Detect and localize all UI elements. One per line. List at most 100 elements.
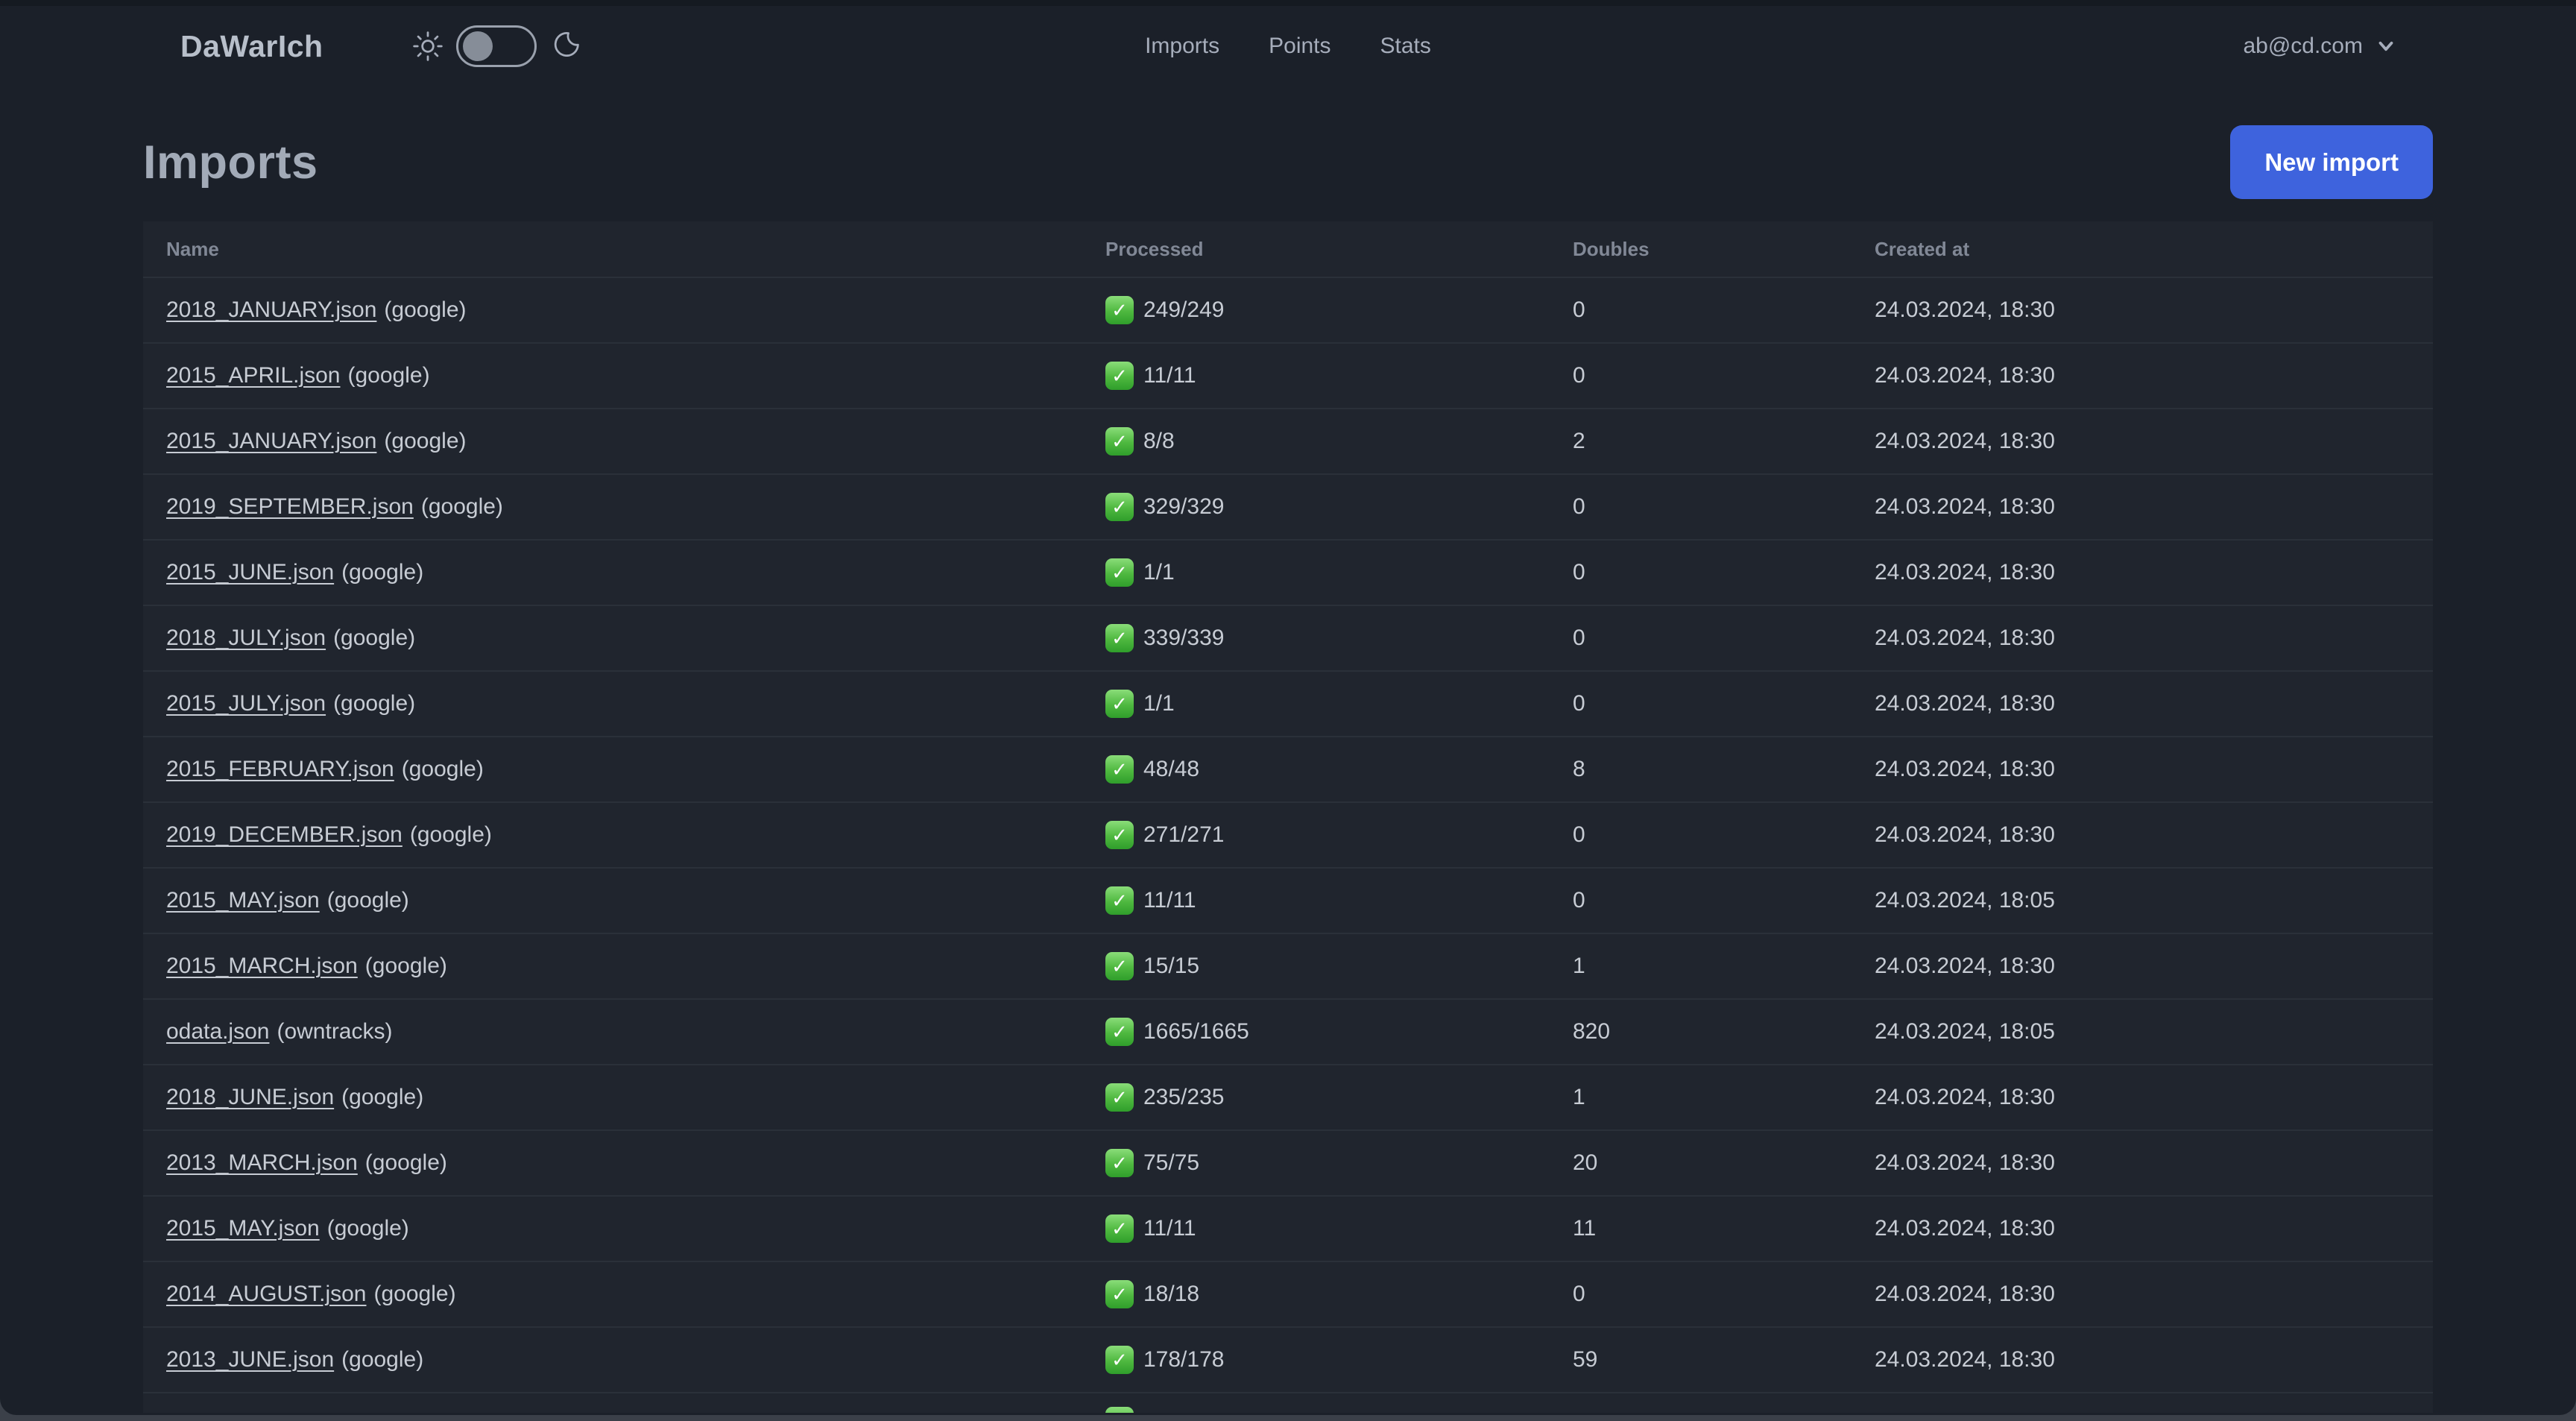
doubles-count: 0 [1573, 494, 1585, 519]
import-source: (google) [341, 560, 424, 585]
processed-count: 8/8 [1143, 429, 1175, 453]
import-file-link[interactable]: 2015_JULY.json [166, 691, 326, 716]
doubles-count: 0 [1573, 297, 1585, 322]
created-at: 24.03.2024, 18:30 [1875, 363, 2055, 388]
check-icon: ✓ [1105, 427, 1134, 456]
check-glyph: ✓ [1111, 496, 1128, 518]
import-source: (google) [409, 822, 492, 847]
check-icon: ✓ [1105, 1083, 1134, 1112]
check-glyph: ✓ [1111, 430, 1128, 453]
doubles-count: 0 [1573, 560, 1585, 585]
brand-logo[interactable]: DaWarIch [180, 29, 323, 64]
created-at: 24.03.2024, 18:30 [1875, 954, 2055, 978]
table-row: 2018_JULY.json (google) ✓ 339/339 0 24.03… [143, 605, 2433, 670]
import-source: (google) [347, 363, 430, 388]
table-row: 2015_MAY.json (google) ✓ 11/11 0 24.03.20… [143, 867, 2433, 933]
new-import-button[interactable]: New import [2230, 125, 2433, 199]
doubles-count: 59 [1573, 1347, 1598, 1372]
nav-link-points[interactable]: Points [1269, 34, 1330, 59]
sun-icon [412, 31, 443, 61]
check-icon: ✓ [1105, 362, 1134, 390]
processed-count: 235/235 [1143, 1085, 1225, 1109]
table-row: 2015_FEBRUARY.json (google) ✓ 48/48 8 24.… [143, 736, 2433, 801]
created-at: 24.03.2024, 18:30 [1875, 1085, 2055, 1109]
created-at: 24.03.2024, 18:30 [1875, 429, 2055, 453]
import-file-link[interactable]: odata.json [166, 1019, 269, 1044]
check-glyph: ✓ [1111, 627, 1128, 649]
import-source: (google) [333, 626, 416, 650]
check-icon: ✓ [1105, 1346, 1134, 1374]
import-file-link[interactable]: 2014_AUGUST.json [166, 1282, 366, 1306]
import-file-link[interactable]: 2013_JUNE.json [166, 1347, 334, 1372]
import-file-link[interactable]: 2018_JULY.json [166, 626, 326, 650]
check-glyph: ✓ [1111, 1152, 1128, 1174]
doubles-count: 0 [1573, 626, 1585, 650]
import-file-link[interactable]: 2015_MARCH.json [166, 954, 358, 978]
check-glyph: ✓ [1111, 299, 1128, 321]
table-body: 2018_JANUARY.json (google) ✓ 249/249 0 24… [143, 277, 2433, 1392]
check-icon: ✓ [1105, 558, 1134, 587]
doubles-count: 1 [1573, 954, 1585, 978]
check-glyph: ✓ [1111, 824, 1128, 846]
import-file-link[interactable]: 2019_SEPTEMBER.json [166, 494, 414, 519]
processed-count: 18/18 [1143, 1282, 1200, 1306]
processed-cell: ✓ 329/329 [1105, 493, 1573, 521]
import-file-link[interactable]: 2019_DECEMBER.json [166, 822, 402, 847]
processed-count: 15/15 [1143, 954, 1200, 978]
column-header-doubles: Doubles [1573, 237, 1650, 260]
table-row-partial: ✓ [143, 1392, 2433, 1413]
user-menu[interactable]: ab@cd.com [2243, 34, 2397, 59]
processed-cell: ✓ 11/11 [1105, 886, 1573, 915]
doubles-count: 2 [1573, 429, 1585, 453]
theme-toggle[interactable] [455, 25, 537, 67]
check-icon: ✓ [1105, 755, 1134, 784]
name-cell: 2018_JULY.json (google) [166, 626, 1105, 651]
import-file-link[interactable]: 2018_JUNE.json [166, 1085, 334, 1109]
processed-count: 1665/1665 [1143, 1019, 1249, 1044]
nav-link-stats[interactable]: Stats [1380, 34, 1431, 59]
processed-count: 1/1 [1143, 560, 1175, 585]
check-icon: ✓ [1105, 1407, 1134, 1413]
processed-cell: ✓ 11/11 [1105, 362, 1573, 390]
check-glyph: ✓ [1111, 365, 1128, 387]
import-source: (google) [420, 494, 503, 519]
column-header-processed: Processed [1105, 237, 1204, 260]
import-file-link[interactable]: 2013_MARCH.json [166, 1150, 358, 1175]
processed-cell: ✓ 235/235 [1105, 1083, 1573, 1112]
check-glyph: ✓ [1111, 561, 1128, 584]
processed-cell: ✓ 75/75 [1105, 1149, 1573, 1177]
doubles-count: 0 [1573, 822, 1585, 847]
table-header-row: Name Processed Doubles Created at [143, 221, 2433, 277]
doubles-count: 820 [1573, 1019, 1611, 1044]
import-file-link[interactable]: 2015_JANUARY.json [166, 429, 376, 453]
navbar: DaWarIch Imports Points Stats ab@cd.com [0, 6, 2576, 86]
import-file-link[interactable]: 2015_JUNE.json [166, 560, 334, 585]
table-row: 2013_JUNE.json (google) ✓ 178/178 59 24.0… [143, 1326, 2433, 1392]
name-cell: 2015_FEBRUARY.json (google) [166, 757, 1105, 782]
check-glyph: ✓ [1111, 955, 1128, 977]
created-at: 24.03.2024, 18:30 [1875, 691, 2055, 716]
name-cell: 2015_JULY.json (google) [166, 691, 1105, 716]
created-at: 24.03.2024, 18:30 [1875, 494, 2055, 519]
check-icon: ✓ [1105, 1018, 1134, 1046]
name-cell: 2015_JANUARY.json (google) [166, 429, 1105, 454]
processed-cell: ✓ 8/8 [1105, 427, 1573, 456]
created-at: 24.03.2024, 18:30 [1875, 822, 2055, 847]
check-glyph: ✓ [1111, 1021, 1128, 1043]
page-head: Imports New import [143, 125, 2433, 199]
nav-link-imports[interactable]: Imports [1145, 34, 1219, 59]
check-icon: ✓ [1105, 1280, 1134, 1308]
table-row: 2018_JUNE.json (google) ✓ 235/235 1 24.03… [143, 1064, 2433, 1129]
import-file-link[interactable]: 2015_APRIL.json [166, 363, 341, 388]
check-icon: ✓ [1105, 886, 1134, 915]
import-file-link[interactable]: 2015_MAY.json [166, 1216, 320, 1241]
import-file-link[interactable]: 2015_FEBRUARY.json [166, 757, 394, 781]
name-cell: 2015_MAY.json (google) [166, 888, 1105, 913]
import-file-link[interactable]: 2015_MAY.json [166, 888, 320, 913]
doubles-count: 1 [1573, 1085, 1585, 1109]
name-cell: odata.json (owntracks) [166, 1019, 1105, 1045]
import-source: (google) [364, 954, 447, 978]
imports-table: Name Processed Doubles Created at 2018_J… [143, 221, 2433, 1413]
import-file-link[interactable]: 2018_JANUARY.json [166, 297, 376, 322]
doubles-count: 20 [1573, 1150, 1598, 1175]
